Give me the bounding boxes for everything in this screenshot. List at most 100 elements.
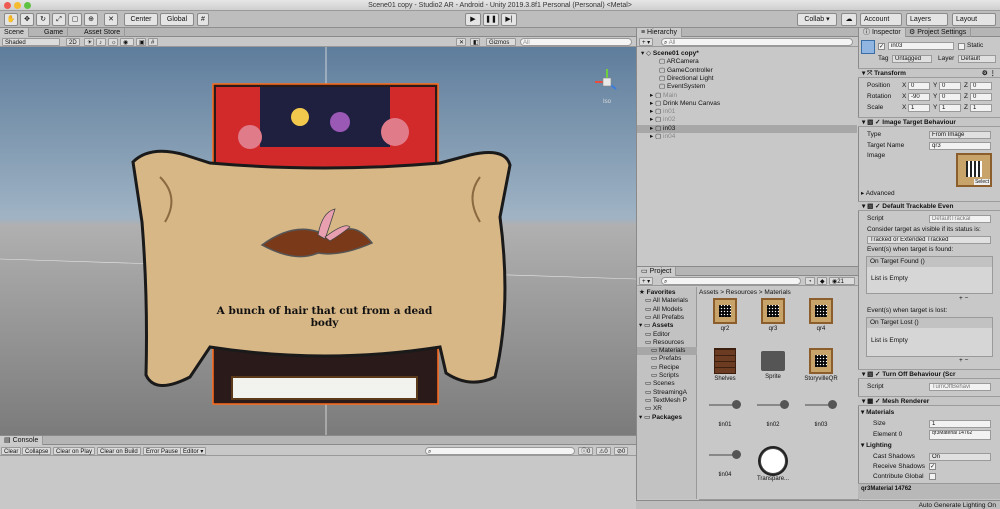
custom-tool-icon[interactable]: ✕ [104, 13, 118, 26]
asset-item[interactable]: StoryvilleQR [803, 348, 839, 382]
mesh-renderer-header[interactable]: ▾ ▦ ✓ Mesh Renderer [858, 396, 1000, 406]
orientation-gizmo[interactable]: Iso [592, 67, 622, 105]
collab-button[interactable]: Collab ▾ [797, 13, 837, 26]
asset-item[interactable]: qr3 [755, 298, 791, 332]
project-tree-item[interactable]: ▭ All Models [637, 306, 697, 314]
project-tree-item[interactable]: ▭ All Materials [637, 297, 697, 305]
play-icon[interactable] [828, 400, 837, 409]
hierarchy-item[interactable]: ▢ ARCamera [637, 58, 857, 66]
project-tree-item[interactable]: ▭ Prefabs [637, 355, 697, 363]
transform-z-field[interactable]: 1 [970, 104, 992, 112]
console-editor-dropdown[interactable]: Editor ▾ [180, 447, 207, 455]
asset-item[interactable]: tin01 [707, 398, 743, 428]
contribute-gi-checkbox[interactable] [929, 473, 936, 480]
transform-header[interactable]: ▾ ⤧ Transform ⚙ ⋮ [858, 68, 1000, 78]
select-image-button[interactable]: Select [974, 179, 990, 185]
rect-tool-icon[interactable]: ▢ [68, 13, 82, 26]
turnoff-header[interactable]: ▾ ▧ ✓ Turn Off Behaviour (Scr [858, 369, 1000, 379]
console-clear-on-play-button[interactable]: Clear on Play [53, 447, 96, 455]
element0-field[interactable]: qr3Material 14762 [929, 430, 991, 440]
transform-x-field[interactable]: -90 [908, 93, 930, 101]
account-dropdown[interactable]: Account [860, 13, 902, 26]
grid-icon[interactable]: # [148, 38, 158, 46]
hierarchy-item[interactable]: ▸ ▢ Main [637, 92, 857, 100]
hierarchy-item[interactable]: ▢ Directional Light [637, 75, 857, 83]
rotate-tool-icon[interactable]: ↻ [36, 13, 50, 26]
project-search-input[interactable]: ⌕ [661, 277, 801, 285]
project-tree-item[interactable]: ▭ All Prefabs [637, 314, 697, 322]
tab-scene[interactable]: Scene [0, 28, 29, 37]
audio-icon[interactable]: ♪ [96, 38, 106, 46]
trackable-header[interactable]: ▾ ▧ ✓ Default Trackable Even [858, 201, 1000, 211]
asset-item[interactable]: Transpare... [755, 448, 791, 482]
asset-item[interactable]: tin04 [707, 448, 743, 478]
hand-tool-icon[interactable]: ✋ [4, 13, 18, 26]
object-name-field[interactable]: in03 [888, 42, 954, 50]
image-target-header[interactable]: ▾ ▧ ✓ Image Target Behaviour [858, 117, 1000, 127]
project-tree-item[interactable]: ▭ TextMesh P [637, 397, 697, 405]
console-error-count[interactable]: ⊘0 [614, 447, 629, 455]
hierarchy-item[interactable]: ▸ ▢ Drink Menu Canvas [637, 100, 857, 108]
tab-inspector[interactable]: ⓘ Inspector [859, 28, 906, 37]
lighting-foldout[interactable]: ▾ Lighting [861, 442, 892, 450]
tab-game[interactable]: Game [40, 28, 69, 37]
project-tree-item[interactable]: ▾ ▭ Packages [637, 414, 697, 422]
play-icon[interactable] [780, 400, 789, 409]
project-tree-item[interactable]: ▭ XR [637, 405, 697, 413]
filter-label-icon[interactable]: ◆ [817, 277, 827, 285]
project-tree-item[interactable]: ▾ ▭ Assets [637, 322, 697, 330]
project-tree-item[interactable]: ▭ Editor [637, 331, 697, 339]
transform-x-field[interactable]: 0 [908, 82, 930, 90]
transform-tool-icon[interactable]: ⊕ [84, 13, 98, 26]
gizmos-dropdown[interactable]: Gizmos [486, 38, 516, 46]
console-error-pause-button[interactable]: Error Pause [143, 447, 182, 455]
size-field[interactable]: 1 [929, 420, 991, 428]
active-checkbox[interactable]: ✓ [878, 43, 885, 50]
shading-mode-dropdown[interactable]: Shaded [2, 38, 60, 46]
hidden-count-badge[interactable]: ◉21 [829, 277, 855, 285]
tab-console[interactable]: ▤ Console [0, 436, 44, 445]
console-info-count[interactable]: ⓘ0 [578, 447, 594, 455]
camera-icon[interactable]: ▣ [136, 38, 146, 46]
transform-y-field[interactable]: 0 [939, 93, 961, 101]
project-tree-item[interactable]: ▭ Scenes [637, 380, 697, 388]
transform-y-field[interactable]: 0 [939, 82, 961, 90]
layer-dropdown[interactable]: Default [958, 55, 996, 63]
hierarchy-item[interactable]: ▸ ▢ in03 [637, 124, 857, 133]
advanced-foldout[interactable]: ▸ Advanced [861, 190, 895, 198]
cloud-icon[interactable]: ☁ [841, 13, 857, 26]
lost-add-remove[interactable]: + − [959, 357, 968, 365]
asset-item[interactable]: tin03 [803, 398, 839, 428]
tab-project[interactable]: ▭ Project [637, 267, 677, 276]
transform-z-field[interactable]: 0 [970, 82, 992, 90]
tab-project-settings[interactable]: ⚙ Project Settings [905, 28, 972, 37]
lighting-icon[interactable]: ☀ [84, 38, 94, 46]
scene-search-input[interactable]: All [520, 38, 632, 46]
transform-x-field[interactable]: 1 [908, 104, 930, 112]
overlay-icon[interactable]: ◧ [470, 38, 480, 46]
target-image-thumbnail[interactable]: Select [956, 153, 992, 187]
maximize-window-icon[interactable] [24, 2, 31, 9]
console-clear-on-build-button[interactable]: Clear on Build [97, 447, 141, 455]
tag-dropdown[interactable]: Untagged [892, 55, 932, 63]
layout-dropdown[interactable]: Layout [952, 13, 996, 26]
layers-dropdown[interactable]: Layers [906, 13, 948, 26]
hierarchy-item[interactable]: ▸ ▢ in01 [637, 108, 857, 116]
materials-foldout[interactable]: ▾ Materials [861, 409, 894, 417]
console-warning-count[interactable]: ⚠0 [596, 447, 611, 455]
tab-hierarchy[interactable]: ≡ Hierarchy [637, 28, 682, 37]
tools-icon[interactable]: ✕ [456, 38, 466, 46]
material-preview-bar[interactable]: qr3Material 14762 [858, 483, 1000, 499]
found-add-remove[interactable]: + − [959, 295, 968, 303]
minimize-window-icon[interactable] [14, 2, 21, 9]
tab-asset-store[interactable]: Asset Store [80, 28, 126, 37]
component-menu-icon[interactable]: ⚙ ⋮ [982, 69, 996, 78]
console-clear-button[interactable]: Clear [1, 447, 22, 455]
move-tool-icon[interactable]: ✥ [20, 13, 34, 26]
play-icon[interactable]: ▶ [465, 13, 481, 26]
hierarchy-search-input[interactable]: ⌕ All [661, 38, 853, 46]
project-tree-item[interactable]: ▭ Scripts [637, 372, 697, 380]
play-icon[interactable] [732, 400, 741, 409]
transform-z-field[interactable]: 0 [970, 93, 992, 101]
receive-shadows-checkbox[interactable]: ✓ [929, 463, 936, 470]
